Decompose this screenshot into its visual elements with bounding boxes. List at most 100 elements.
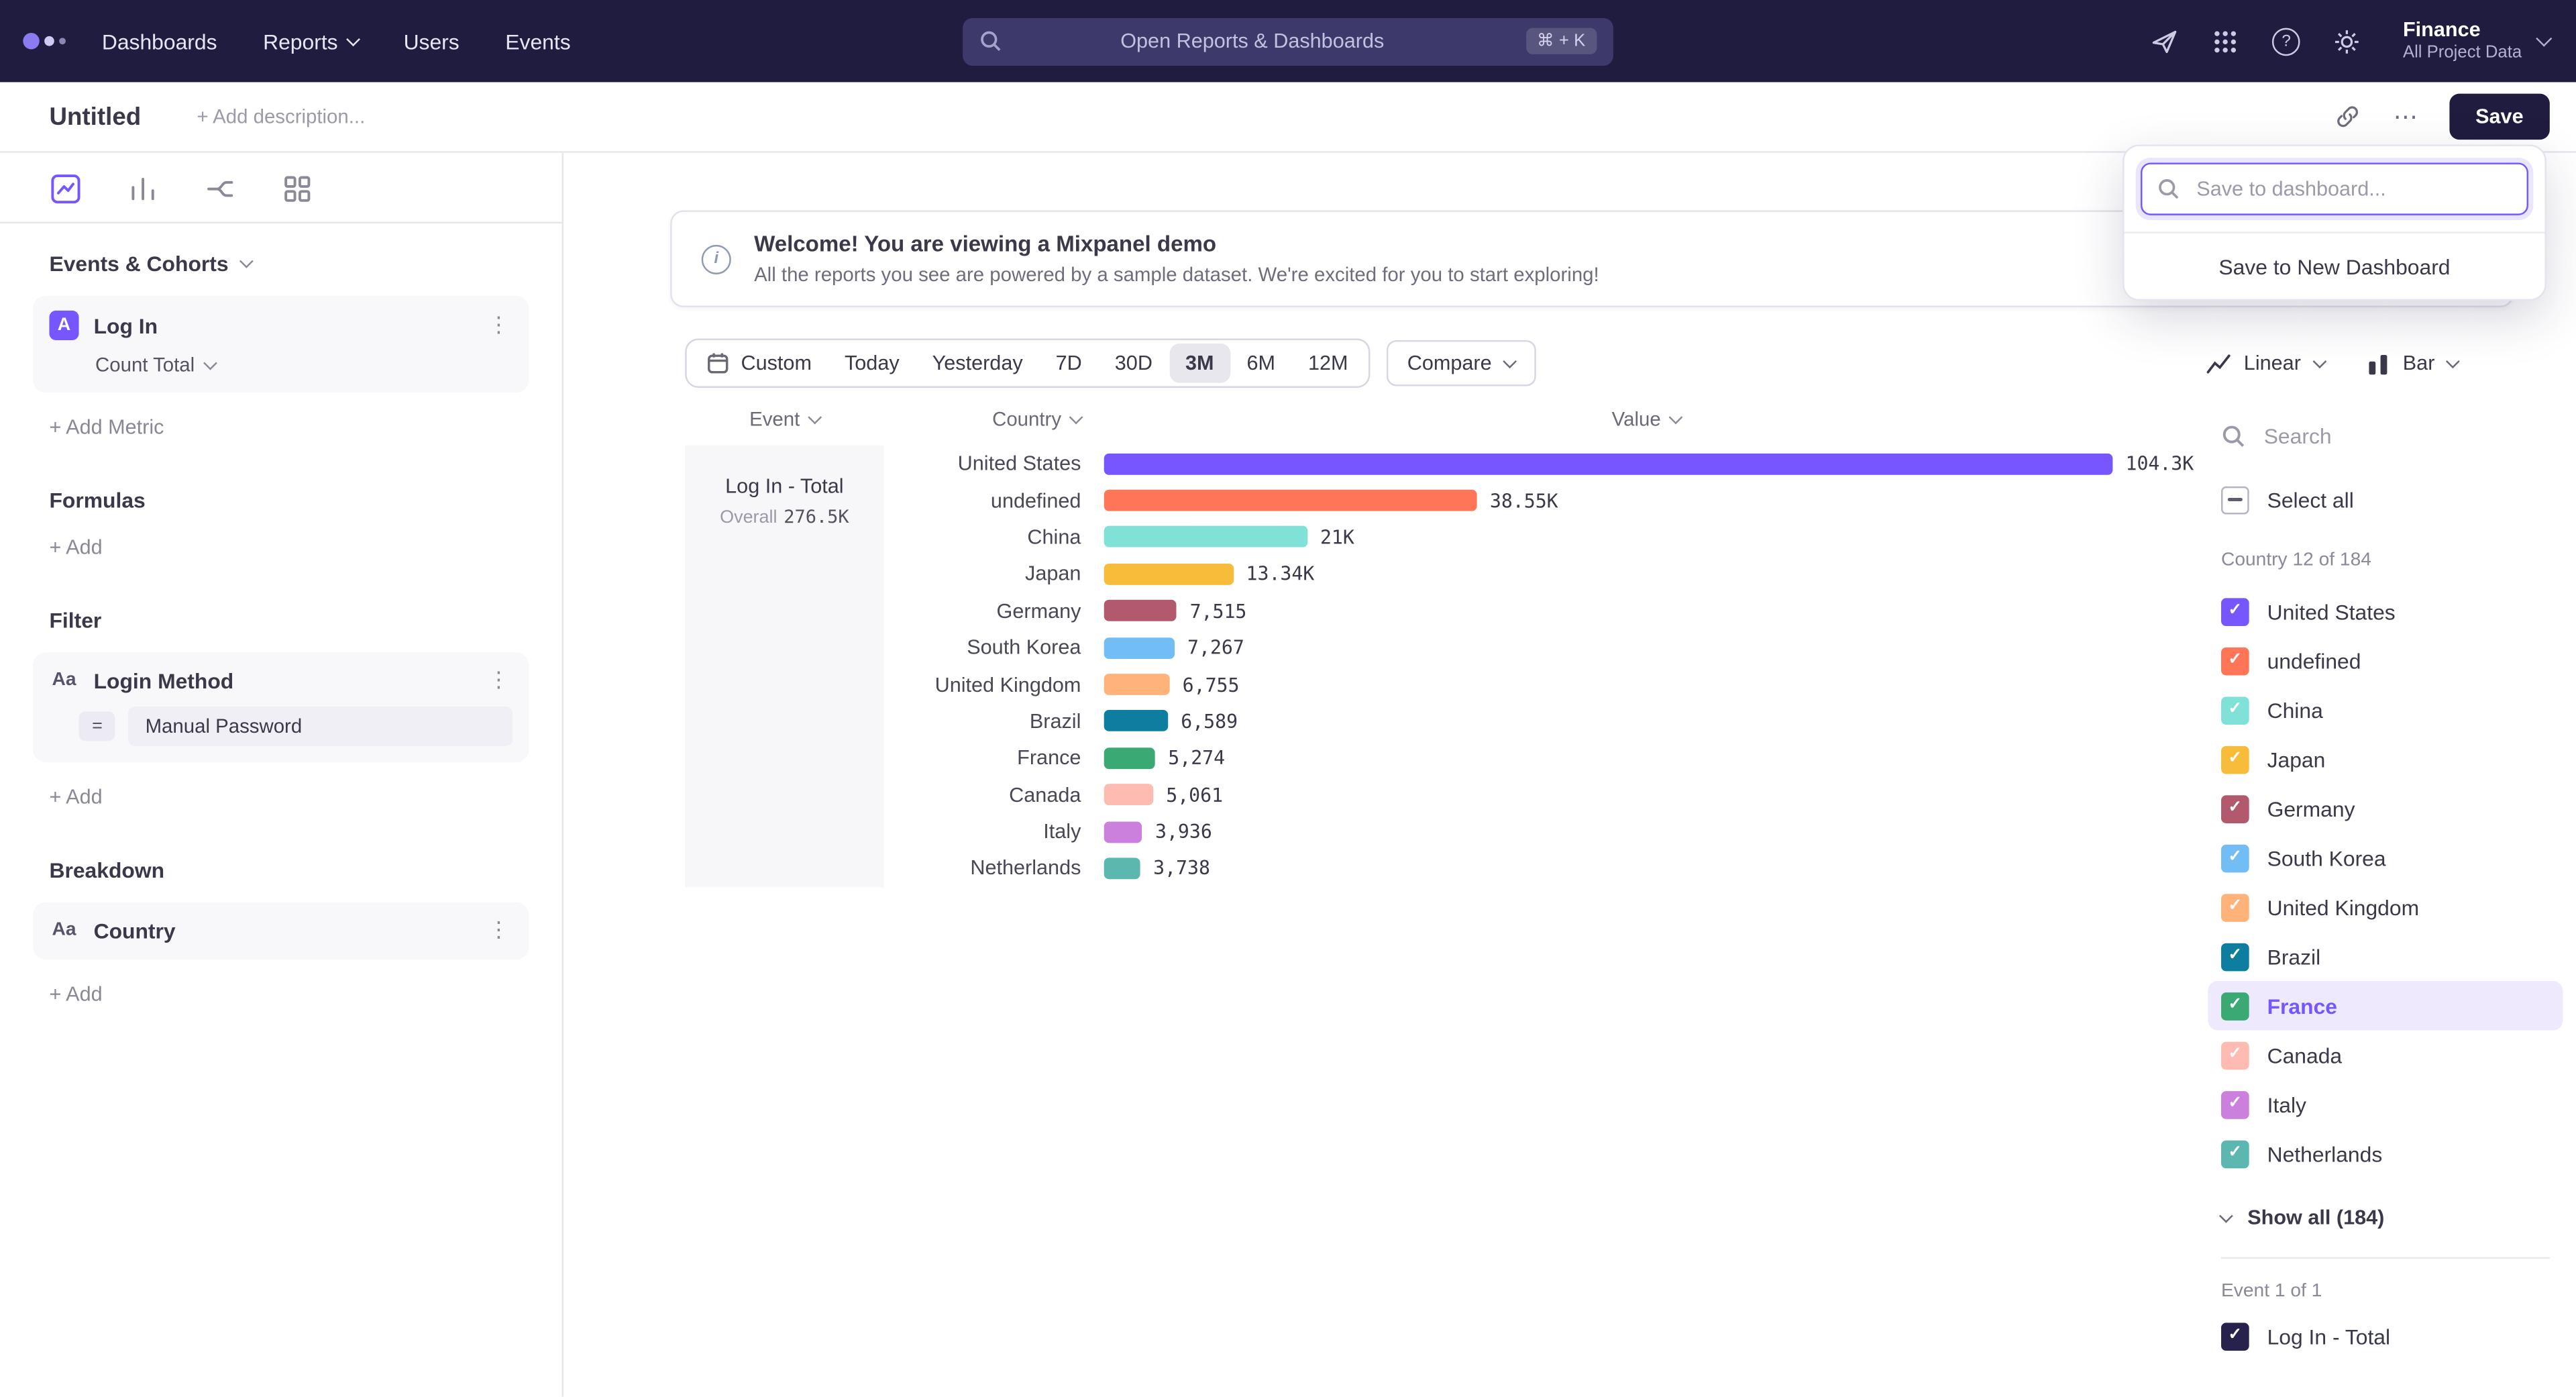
nav-users[interactable]: Users — [404, 29, 460, 54]
range-yesterday[interactable]: Yesterday — [916, 344, 1039, 383]
range-12m[interactable]: 12M — [1292, 344, 1365, 383]
dashboard-search-field[interactable] — [2141, 162, 2528, 215]
copy-link-icon[interactable] — [2331, 100, 2364, 133]
save-button[interactable]: Save — [2449, 94, 2550, 140]
add-metric-button[interactable]: + Add Metric — [49, 416, 513, 439]
bar[interactable] — [1104, 821, 1142, 842]
dashboard-search-input[interactable] — [2193, 176, 2512, 202]
bar[interactable] — [1104, 711, 1168, 732]
more-options-icon[interactable]: ⋯ — [2394, 102, 2420, 132]
metric-event-name[interactable]: Log In — [94, 313, 470, 338]
settings-gear-icon[interactable] — [2332, 26, 2362, 56]
event-filter-row[interactable]: ✓ Log In - Total — [2221, 1311, 2550, 1360]
filter-row[interactable]: ✓ Netherlands — [2208, 1129, 2563, 1178]
bar[interactable] — [1104, 784, 1153, 806]
metric-aggregation[interactable]: Count Total — [95, 354, 513, 376]
filter-value[interactable]: Manual Password — [129, 707, 513, 746]
range-custom[interactable]: Custom — [690, 344, 828, 383]
column-header-event[interactable]: Event — [685, 407, 883, 430]
bar[interactable] — [1104, 747, 1155, 769]
breakdown-property-name[interactable]: Country — [94, 918, 470, 943]
event-series-label: Log In - Total — [685, 475, 883, 498]
project-switcher[interactable]: Finance All Project Data — [2403, 18, 2550, 64]
filter-row[interactable]: ✓ Brazil — [2208, 932, 2563, 981]
select-all-row[interactable]: Select all — [2221, 486, 2550, 515]
column-header-value[interactable]: Value — [1104, 407, 2188, 430]
nav-events[interactable]: Events — [505, 29, 570, 54]
segment-search-input[interactable] — [2261, 421, 2465, 450]
checkbox[interactable]: ✓ — [2221, 893, 2249, 921]
send-feedback-icon[interactable] — [2150, 26, 2180, 56]
add-breakdown-button[interactable]: + Add — [49, 982, 513, 1005]
nav-dashboards[interactable]: Dashboards — [102, 29, 217, 54]
apps-grid-icon[interactable] — [2210, 26, 2240, 56]
bar[interactable] — [1104, 564, 1233, 585]
segment-search[interactable] — [2221, 411, 2550, 460]
chart-row: Brazil 6,589 — [884, 703, 2188, 740]
checkbox[interactable]: ✓ — [2221, 942, 2249, 970]
metric-kebab-icon[interactable]: ⋮ — [484, 312, 513, 338]
select-all-checkbox[interactable] — [2221, 486, 2249, 515]
checkbox[interactable]: ✓ — [2221, 992, 2249, 1020]
filter-kebab-icon[interactable]: ⋮ — [484, 667, 513, 693]
checkbox[interactable]: ✓ — [2221, 597, 2249, 625]
tab-flows[interactable] — [204, 172, 237, 205]
event-checkbox[interactable]: ✓ — [2221, 1322, 2249, 1350]
range-3m-selected[interactable]: 3M — [1169, 344, 1230, 383]
breakdown-card: Aa Country ⋮ — [33, 902, 529, 960]
filter-row[interactable]: ✓ United Kingdom — [2208, 882, 2563, 931]
value-scale-dropdown[interactable]: Linear — [2206, 352, 2324, 374]
column-header-country[interactable]: Country — [884, 407, 1104, 430]
range-today[interactable]: Today — [828, 344, 916, 383]
bar[interactable] — [1104, 490, 1477, 511]
filter-row[interactable]: ✓ Italy — [2208, 1080, 2563, 1129]
events-cohorts-heading[interactable]: Events & Cohorts — [49, 252, 513, 276]
tab-funnels[interactable] — [127, 172, 160, 205]
bar[interactable] — [1104, 453, 2112, 474]
bar[interactable] — [1104, 858, 1140, 879]
tab-retention[interactable] — [281, 172, 314, 205]
filter-row-label: China — [2267, 698, 2323, 723]
report-title[interactable]: Untitled — [49, 103, 141, 131]
add-description[interactable]: + Add description... — [197, 105, 365, 128]
filter-row[interactable]: ✓ undefined — [2208, 636, 2563, 685]
filter-row[interactable]: ✓ South Korea — [2208, 833, 2563, 882]
bar-value: 3,738 — [1153, 857, 1210, 880]
add-formula-button[interactable]: + Add — [49, 535, 513, 558]
chart-type-dropdown[interactable]: Bar — [2367, 352, 2458, 374]
filter-row[interactable]: ✓ France — [2208, 981, 2563, 1030]
breakdown-kebab-icon[interactable]: ⋮ — [484, 917, 513, 943]
filter-row[interactable]: ✓ United States — [2208, 586, 2563, 635]
checkbox[interactable]: ✓ — [2221, 745, 2249, 774]
filter-row[interactable]: ✓ Japan — [2208, 735, 2563, 784]
checkbox[interactable]: ✓ — [2221, 1041, 2249, 1069]
filter-property-name[interactable]: Login Method — [94, 668, 470, 693]
bar[interactable] — [1104, 637, 1175, 658]
checkbox[interactable]: ✓ — [2221, 647, 2249, 675]
checkbox[interactable]: ✓ — [2221, 844, 2249, 872]
checkbox[interactable]: ✓ — [2221, 1139, 2249, 1168]
filter-row[interactable]: ✓ China — [2208, 685, 2563, 734]
add-filter-button[interactable]: + Add — [49, 786, 513, 809]
tab-insights[interactable] — [49, 172, 82, 205]
mixpanel-logo[interactable] — [23, 33, 66, 49]
show-all-button[interactable]: Show all (184) — [2221, 1194, 2550, 1241]
filter-row[interactable]: ✓ Canada — [2208, 1031, 2563, 1080]
checkbox[interactable]: ✓ — [2221, 794, 2249, 823]
range-7d[interactable]: 7D — [1039, 344, 1098, 383]
save-to-new-dashboard-option[interactable]: Save to New Dashboard — [2125, 231, 2545, 299]
bar[interactable] — [1104, 674, 1169, 695]
bar[interactable] — [1104, 527, 1307, 548]
filter-row[interactable]: ✓ Germany — [2208, 784, 2563, 833]
chevron-down-icon — [2312, 354, 2326, 368]
compare-button[interactable]: Compare — [1386, 340, 1536, 386]
global-search[interactable]: Open Reports & Dashboards ⌘ + K — [963, 17, 1613, 65]
filter-operator[interactable]: = — [79, 711, 116, 741]
nav-reports[interactable]: Reports — [263, 29, 358, 54]
range-6m[interactable]: 6M — [1230, 344, 1292, 383]
range-30d[interactable]: 30D — [1098, 344, 1169, 383]
checkbox[interactable]: ✓ — [2221, 696, 2249, 724]
bar[interactable] — [1104, 600, 1177, 621]
checkbox[interactable]: ✓ — [2221, 1090, 2249, 1119]
help-icon[interactable]: ? — [2271, 26, 2301, 56]
